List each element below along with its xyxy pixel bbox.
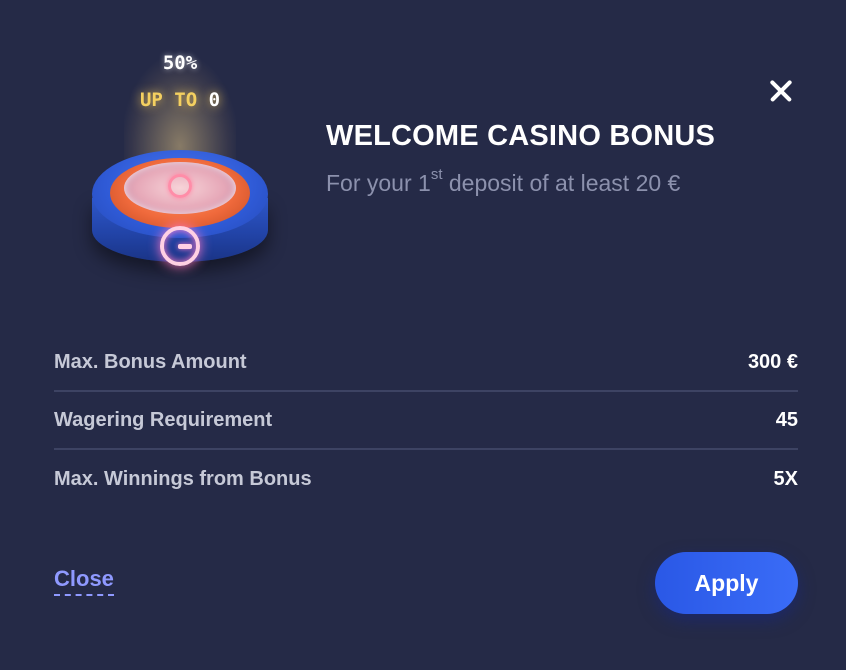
detail-label: Max. Bonus Amount [54, 350, 247, 373]
up-to-amount: 0 [208, 89, 221, 111]
close-link[interactable]: Close [54, 566, 114, 596]
apply-button[interactable]: Apply [655, 552, 798, 614]
detail-row: Wagering Requirement 45 [54, 392, 798, 450]
bonus-modal: 50% UP TO 0 WELCOME CASINO BONUS For you… [0, 0, 846, 670]
detail-value: 5X [773, 467, 798, 490]
bonus-details-table: Max. Bonus Amount 300 € Wagering Require… [54, 334, 798, 508]
detail-row: Max. Bonus Amount 300 € [54, 334, 798, 392]
g-logo-neon-icon [160, 226, 200, 266]
detail-value: 300 € [747, 350, 798, 373]
bonus-title: WELCOME CASINO BONUS [326, 120, 716, 152]
up-to-text: UP TO [139, 89, 198, 111]
bonus-illustration: 50% UP TO 0 [80, 38, 280, 278]
subtitle-suffix: deposit of at least 20 € [442, 170, 681, 196]
close-icon[interactable] [764, 74, 798, 108]
subtitle-ordinal: st [430, 166, 443, 183]
detail-label: Max. Winnings from Bonus [54, 467, 312, 490]
detail-row: Max. Winnings from Bonus 5X [54, 450, 798, 508]
detail-value: 45 [775, 408, 798, 431]
bonus-subtitle: For your 1st deposit of at least 20 € [326, 166, 681, 197]
detail-label: Wagering Requirement [54, 408, 273, 431]
g-logo-icon [168, 174, 192, 198]
bonus-percent: 50% [162, 52, 198, 74]
bonus-up-to: UP TO 0 [80, 89, 280, 111]
subtitle-prefix: For your 1 [326, 170, 431, 196]
